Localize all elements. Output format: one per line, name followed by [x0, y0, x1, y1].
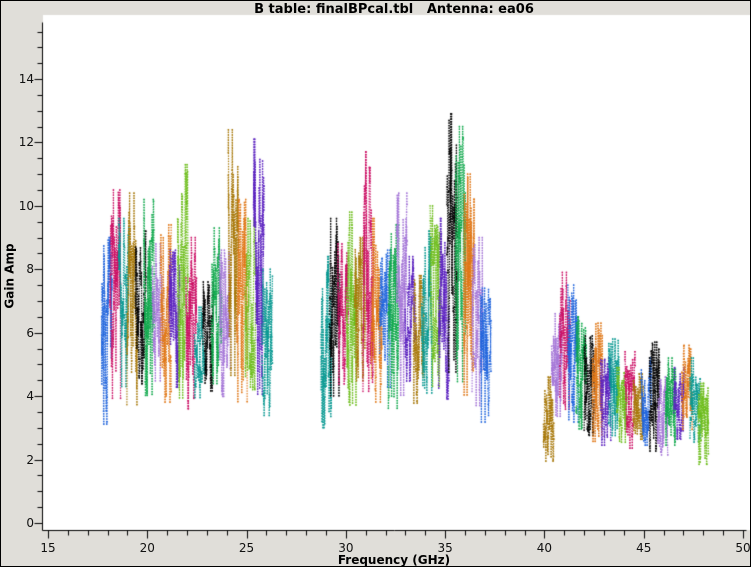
- y-tick-label: 14: [1, 72, 34, 85]
- x-tick-label: 35: [425, 541, 465, 555]
- y-tick-label: 12: [1, 135, 34, 148]
- plot-window: B table: finalBPcal.tbl Antenna: ea06 Ga…: [0, 0, 751, 567]
- y-tick-label: 8: [1, 262, 34, 275]
- x-tick-label: 15: [28, 541, 68, 555]
- x-tick-label: 40: [524, 541, 564, 555]
- x-tick-label: 20: [127, 541, 167, 555]
- x-axis-label: Frequency (GHz): [42, 553, 746, 567]
- plot-title: B table: finalBPcal.tbl Antenna: ea06: [42, 2, 746, 17]
- x-tick-label: 50: [723, 541, 751, 555]
- x-tick-label: 30: [326, 541, 366, 555]
- y-axis-label: Gain Amp: [3, 243, 17, 308]
- y-tick-label: 10: [1, 199, 34, 212]
- y-tick-label: 4: [1, 389, 34, 402]
- x-tick-label: 45: [624, 541, 664, 555]
- x-tick-label: 25: [227, 541, 267, 555]
- plot-canvas: [1, 1, 751, 567]
- y-tick-label: 0: [1, 516, 34, 529]
- y-tick-label: 6: [1, 326, 34, 339]
- y-tick-label: 2: [1, 453, 34, 466]
